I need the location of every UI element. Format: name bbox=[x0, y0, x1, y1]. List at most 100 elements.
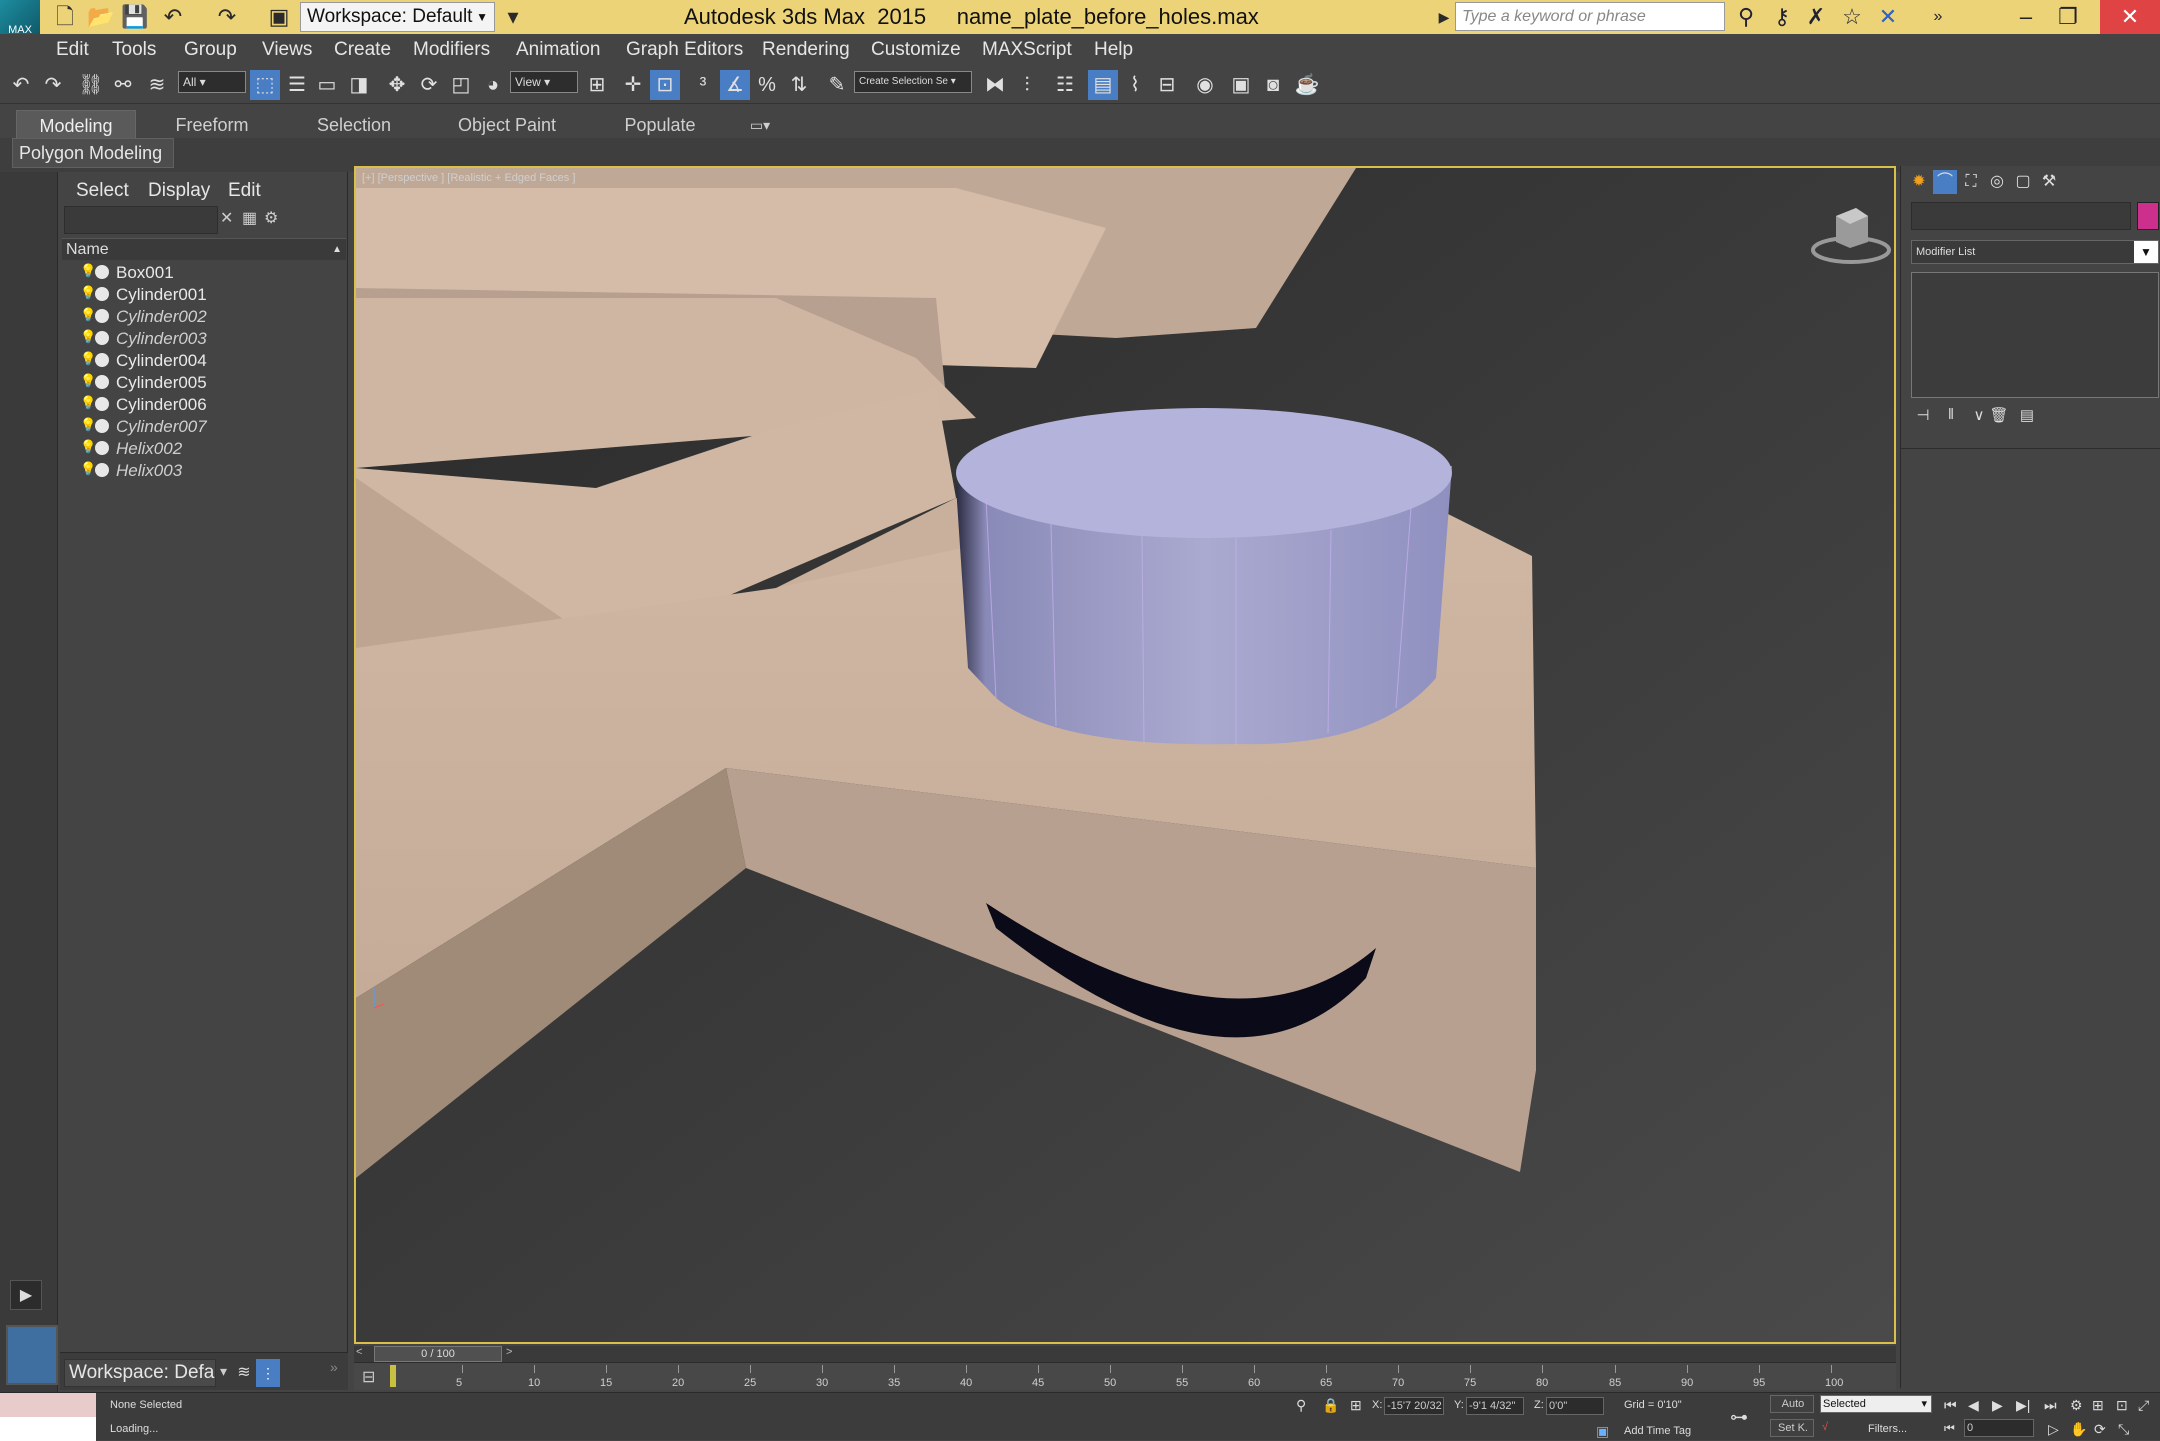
exchange-icon[interactable]: ✕ bbox=[1872, 2, 1904, 32]
explorer-workspace-dropdown[interactable]: Workspace: Defau bbox=[64, 1359, 216, 1387]
menu-create[interactable]: Create bbox=[334, 34, 391, 66]
orbit-icon[interactable]: ⟳ bbox=[2094, 1421, 2106, 1438]
menu-modifiers[interactable]: Modifiers bbox=[413, 34, 490, 66]
angle-snap-icon[interactable]: ∡ bbox=[720, 70, 750, 100]
menu-tools[interactable]: Tools bbox=[112, 34, 156, 66]
modifier-list-dropdown[interactable]: Modifier List ▼ bbox=[1911, 240, 2159, 264]
light-bulb-icon[interactable]: 💡 bbox=[80, 374, 96, 388]
light-bulb-icon[interactable]: 💡 bbox=[80, 418, 96, 432]
undo-icon[interactable]: ↶ bbox=[6, 70, 36, 100]
visibility-icon[interactable] bbox=[95, 265, 109, 279]
align-icon[interactable]: ⫶ bbox=[1012, 70, 1042, 100]
menu-help[interactable]: Help bbox=[1094, 34, 1133, 66]
save-icon[interactable]: 💾 bbox=[120, 3, 150, 31]
menu-group[interactable]: Group bbox=[184, 34, 237, 66]
tab-populate[interactable]: Populate bbox=[600, 110, 720, 140]
isolate-toggle-icon[interactable]: ⚲ bbox=[1296, 1397, 1306, 1414]
pivot-center-icon[interactable]: ⊞ bbox=[582, 70, 612, 100]
list-item[interactable]: 💡 Cylinder003 bbox=[62, 328, 346, 350]
visibility-icon[interactable] bbox=[95, 397, 109, 411]
explorer-search-input[interactable] bbox=[64, 206, 218, 234]
list-item[interactable]: 💡 Cylinder002 bbox=[62, 306, 346, 328]
explorer-dropdown-arrow-icon[interactable]: ▾ bbox=[220, 1363, 227, 1380]
key-icon[interactable]: ⚷ bbox=[1766, 2, 1798, 32]
menu-customize[interactable]: Customize bbox=[871, 34, 961, 66]
sort-by-layer-icon[interactable]: ≋ bbox=[232, 1359, 256, 1387]
utilities-tab-icon[interactable]: ⚒ bbox=[2037, 170, 2061, 194]
transform-mode-icon[interactable]: ⊞ bbox=[1350, 1397, 1362, 1414]
maximize-viewport-icon[interactable]: ⤢ bbox=[2138, 1397, 2149, 1414]
list-item[interactable]: 💡 Box001 bbox=[62, 262, 346, 284]
time-config-icon[interactable]: ⚙ bbox=[2070, 1397, 2083, 1414]
list-item[interactable]: 💡 Cylinder006 bbox=[62, 394, 346, 416]
maxscript-listener-mini[interactable] bbox=[0, 1393, 96, 1417]
maxscript-listener-output[interactable] bbox=[0, 1417, 96, 1441]
mirror-icon[interactable]: ⧓ bbox=[980, 70, 1010, 100]
list-item[interactable]: 💡 Helix002 bbox=[62, 438, 346, 460]
menu-views[interactable]: Views bbox=[262, 34, 312, 66]
y-coordinate-field[interactable]: -9'1 4/32" bbox=[1466, 1397, 1524, 1415]
explorer-menu-select[interactable]: Select bbox=[76, 178, 129, 204]
time-slider[interactable]: 0 / 100 bbox=[374, 1346, 502, 1362]
curve-editor-icon[interactable]: ⌇ bbox=[1120, 70, 1150, 100]
track-bar[interactable]: ⊟ 5 10 15 20 25 30 35 40 45 50 55 60 65 70 75 80 85 90 95 1… bbox=[354, 1362, 1896, 1390]
walk-through-icon[interactable]: ⤡ bbox=[2118, 1421, 2129, 1438]
list-item[interactable]: 💡 Cylinder001 bbox=[62, 284, 346, 306]
new-file-icon[interactable]: 🗋 bbox=[50, 3, 80, 31]
clear-search-icon[interactable]: ✕ bbox=[220, 208, 233, 228]
zoom-extents-icon[interactable]: ⊡ bbox=[2116, 1397, 2128, 1414]
add-time-tag[interactable]: Add Time Tag bbox=[1624, 1425, 1691, 1437]
key-mode-dropdown[interactable]: Selected ▾ bbox=[1820, 1395, 1932, 1413]
more-icon[interactable]: » bbox=[1922, 2, 1954, 32]
expand-ribbon-icon[interactable]: ▶ bbox=[10, 1280, 42, 1310]
undo-icon[interactable]: ↶ bbox=[158, 3, 188, 31]
configure-modifier-sets-icon[interactable]: ▤ bbox=[2015, 406, 2039, 428]
visibility-icon[interactable] bbox=[95, 309, 109, 323]
light-bulb-icon[interactable]: 💡 bbox=[80, 264, 96, 278]
minimize-icon[interactable]: – bbox=[2004, 0, 2048, 34]
play-icon[interactable]: ▶ bbox=[1992, 1397, 2003, 1414]
pin-stack-icon[interactable]: ⊣ bbox=[1911, 406, 1935, 428]
key-mode-toggle-icon[interactable]: ⏮ bbox=[1944, 1421, 1955, 1436]
favorites-star-icon[interactable]: ☆ bbox=[1836, 2, 1868, 32]
time-prev-icon[interactable]: < bbox=[356, 1346, 362, 1358]
object-name-field[interactable] bbox=[1911, 202, 2131, 230]
viewport-label-menu[interactable]: [+] [Perspective ] [Realistic + Edged Fa… bbox=[362, 172, 575, 184]
list-item[interactable]: 💡 Helix003 bbox=[62, 460, 346, 482]
visibility-icon[interactable] bbox=[95, 353, 109, 367]
keyboard-shortcut-override-icon[interactable]: ⊡ bbox=[650, 70, 680, 100]
motion-tab-icon[interactable]: ◎ bbox=[1985, 170, 2009, 194]
z-coordinate-field[interactable]: 0'0" bbox=[1546, 1397, 1604, 1415]
set-key-button[interactable]: Set K. bbox=[1770, 1419, 1814, 1437]
visibility-icon[interactable] bbox=[95, 375, 109, 389]
toggle-scene-explorer-icon[interactable]: ▤ bbox=[1088, 70, 1118, 100]
select-by-name-icon[interactable]: ☰ bbox=[282, 70, 312, 100]
remove-modifier-icon[interactable]: 🗑 bbox=[1987, 406, 2011, 428]
ribbon-options-icon[interactable]: ▭▾ bbox=[740, 110, 780, 140]
light-bulb-icon[interactable]: 💡 bbox=[80, 308, 96, 322]
viewport-layout-tab[interactable] bbox=[6, 1325, 58, 1385]
modify-tab-icon[interactable]: ⌒ bbox=[1933, 170, 1957, 194]
hierarchy-tab-icon[interactable]: ⛶ bbox=[1959, 170, 1983, 194]
keyword-search-input[interactable]: Type a keyword or phrase bbox=[1455, 2, 1725, 31]
mini-curve-editor-icon[interactable]: ⊟ bbox=[362, 1367, 375, 1387]
render-setup-icon[interactable]: ▣ bbox=[1226, 70, 1256, 100]
project-folder-icon[interactable]: ▣ bbox=[264, 3, 294, 31]
perspective-viewport[interactable]: [+] [Perspective ] [Realistic + Edged Fa… bbox=[354, 166, 1896, 1344]
workspace-dropdown[interactable]: Workspace: Default ▼ bbox=[300, 2, 495, 32]
object-color-swatch[interactable] bbox=[2137, 202, 2159, 230]
visibility-icon[interactable] bbox=[95, 419, 109, 433]
select-manipulate-icon[interactable]: ✛ bbox=[618, 70, 648, 100]
zoom-icon[interactable]: ⊞ bbox=[2092, 1397, 2104, 1414]
next-frame-icon[interactable]: ▶| bbox=[2016, 1397, 2030, 1414]
selection-filter-dropdown[interactable]: All ▾ bbox=[178, 71, 246, 93]
link-icon[interactable]: ⛓ bbox=[76, 70, 106, 100]
go-to-end-icon[interactable]: ⏭ bbox=[2044, 1397, 2057, 1414]
previous-frame-icon[interactable]: ◀ bbox=[1968, 1397, 1979, 1414]
panel-pin-icon[interactable]: » bbox=[330, 1359, 338, 1375]
light-bulb-icon[interactable]: 💡 bbox=[80, 440, 96, 454]
scale-icon[interactable]: ◰ bbox=[446, 70, 476, 100]
rect-selection-icon[interactable]: ▭ bbox=[312, 70, 342, 100]
menu-edit[interactable]: Edit bbox=[56, 34, 89, 66]
window-crossing-icon[interactable]: ◨ bbox=[344, 70, 374, 100]
